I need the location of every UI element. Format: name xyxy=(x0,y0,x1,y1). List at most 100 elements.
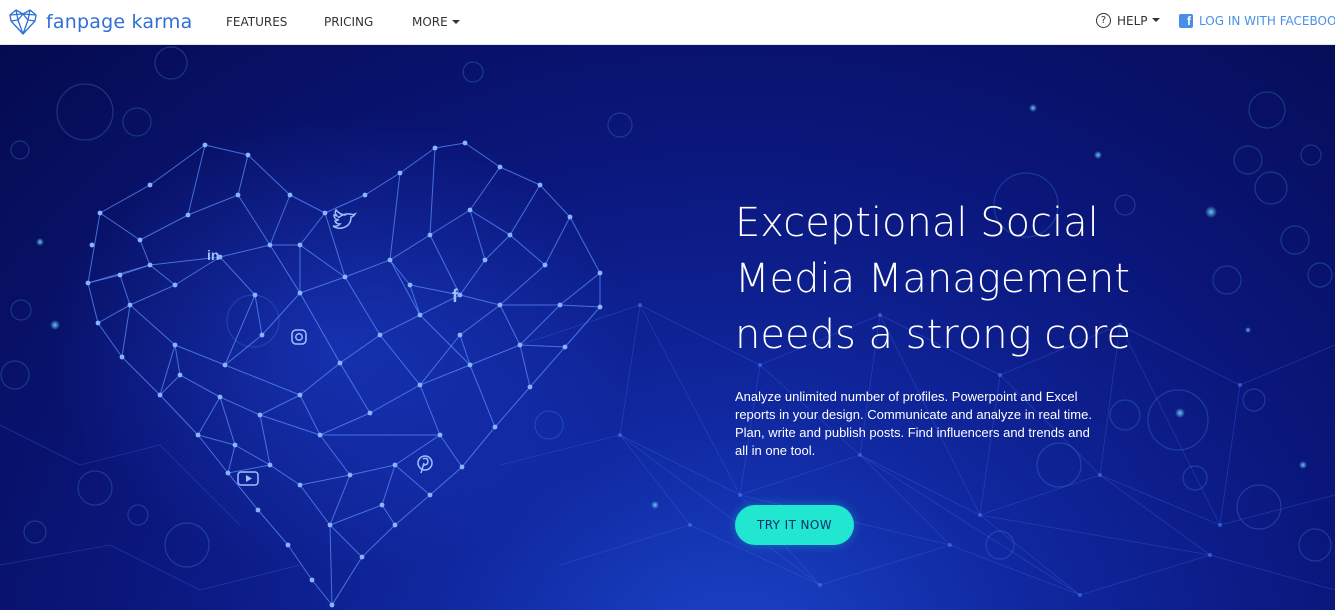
heart-network-node xyxy=(117,272,123,278)
login-facebook-link[interactable]: f LOG IN WITH FACEBOOK xyxy=(1179,14,1335,28)
heart-network-node xyxy=(317,432,323,438)
heart-network-node xyxy=(537,182,543,188)
heart-network-node xyxy=(195,432,201,438)
heart-network-node xyxy=(427,232,433,238)
heart-network-node xyxy=(137,237,143,243)
linkedin-icon: in xyxy=(207,247,219,263)
heart-network-node xyxy=(367,410,373,416)
heart-network-node xyxy=(567,214,573,220)
heart-network-node xyxy=(507,232,513,238)
heart-network-node xyxy=(232,442,238,448)
heart-network-node xyxy=(297,482,303,488)
logo[interactable]: fanpage karma xyxy=(8,6,192,38)
heart-network-node xyxy=(467,207,473,213)
heart-network-node xyxy=(297,242,303,248)
heart-network-node xyxy=(172,282,178,288)
heart-network-node xyxy=(322,210,328,216)
heart-network-node xyxy=(377,332,383,338)
heart-network-node xyxy=(562,344,568,350)
heart-network-node xyxy=(97,210,103,216)
heart-network-node xyxy=(597,270,603,276)
heart-network-node xyxy=(387,257,393,263)
heart-network-node xyxy=(492,424,498,430)
heart-network-node xyxy=(482,257,488,263)
heart-network-node xyxy=(457,292,463,298)
heart-network-node xyxy=(329,602,335,608)
facebook-icon: f xyxy=(452,286,459,306)
hero-description: Analyze unlimited number of profiles. Po… xyxy=(735,389,1092,458)
heart-network-node xyxy=(267,242,273,248)
heart-network-node xyxy=(557,302,563,308)
heart-network-node xyxy=(497,302,503,308)
headline-line-3: needs a strong core xyxy=(735,312,1132,358)
heart-network-node xyxy=(235,192,241,198)
heart-network-node xyxy=(597,304,603,310)
heart-network-node xyxy=(157,392,163,398)
heart-network-node xyxy=(222,362,228,368)
try-it-now-button[interactable]: TRY IT NOW xyxy=(735,505,854,545)
heart-network-node xyxy=(417,312,423,318)
chevron-down-icon xyxy=(1151,17,1160,22)
nav-pricing[interactable]: PRICING xyxy=(324,15,373,29)
heart-network-node xyxy=(85,280,91,286)
heart-network-node xyxy=(285,542,291,548)
help-label: HELP xyxy=(1117,13,1148,28)
heart-network-node xyxy=(287,192,293,198)
heart-network-node xyxy=(89,242,95,248)
heart-network-node xyxy=(327,522,333,528)
facebook-icon: f xyxy=(1179,14,1193,28)
chevron-down-icon xyxy=(451,19,460,24)
heart-network-node xyxy=(392,462,398,468)
heart-network-node xyxy=(185,212,191,218)
heart-network-node xyxy=(527,384,533,390)
nav-more[interactable]: MORE xyxy=(412,15,460,29)
heart-network-node xyxy=(347,472,353,478)
heart-network-node xyxy=(379,502,385,508)
headline-line-2: Media Management xyxy=(735,256,1130,302)
heart-network-node xyxy=(337,360,343,366)
heart-network-node xyxy=(297,290,303,296)
heart-network-node xyxy=(359,554,365,560)
heart-network-node xyxy=(427,492,433,498)
heart-network-node xyxy=(127,302,133,308)
nav-more-label: MORE xyxy=(412,15,448,29)
svg-text:f: f xyxy=(452,286,459,306)
heart-network-node xyxy=(245,152,251,158)
heart-network-node xyxy=(309,577,315,583)
heart-network-node xyxy=(119,354,125,360)
svg-text:in: in xyxy=(207,247,219,263)
heart-network-node xyxy=(457,332,463,338)
heart-network-node xyxy=(517,342,523,348)
heart-network-node xyxy=(407,282,413,288)
question-icon: ? xyxy=(1096,13,1111,28)
heart-network-node xyxy=(257,412,263,418)
heart-network-node xyxy=(267,462,273,468)
help-menu[interactable]: ? HELP xyxy=(1096,13,1160,28)
nav-features[interactable]: FEATURES xyxy=(226,15,287,29)
heart-network-node xyxy=(362,192,368,198)
heart-network-node xyxy=(202,142,208,148)
heart-network-node xyxy=(147,262,153,268)
heart-logo-icon xyxy=(9,9,37,35)
heart-network-node xyxy=(459,464,465,470)
heart-network-node xyxy=(225,470,231,476)
heart-network-node xyxy=(432,145,438,151)
heart-network-node xyxy=(255,507,261,513)
heart-network-node xyxy=(397,170,403,176)
heart-network-node xyxy=(417,382,423,388)
heart-network-node xyxy=(252,292,258,298)
heart-network-link xyxy=(311,579,333,606)
heart-network-node xyxy=(177,372,183,378)
heart-network-node xyxy=(392,522,398,528)
heart-network-node xyxy=(542,262,548,268)
logo-text: fanpage karma xyxy=(46,11,193,33)
heart-network-node xyxy=(497,164,503,170)
heart-network-node xyxy=(95,320,101,326)
hero-headline: Exceptional Social Media Management need… xyxy=(735,195,1295,363)
top-navbar: fanpage karma FEATURES PRICING MORE ? HE… xyxy=(0,0,1335,45)
heart-network-node xyxy=(462,140,468,146)
heart-network-node xyxy=(467,362,473,368)
heart-network-node xyxy=(172,342,178,348)
heart-network-node xyxy=(217,394,223,400)
heart-network-node xyxy=(342,274,348,280)
